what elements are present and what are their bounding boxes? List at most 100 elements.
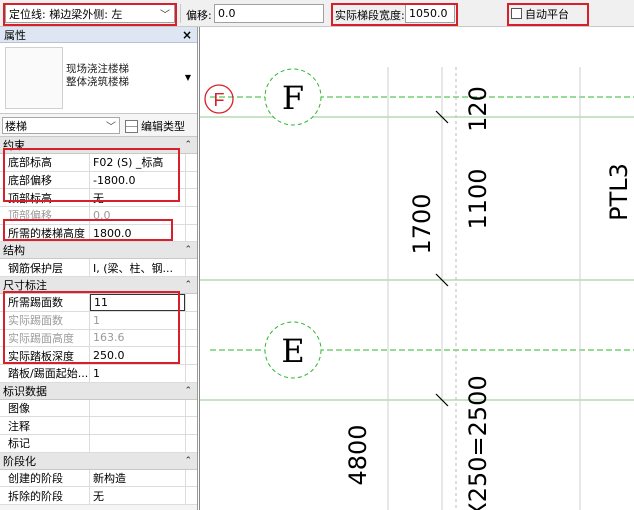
- property-value[interactable]: -1800.0: [90, 172, 185, 189]
- property-row: 底部标高 F02 (S) _标高: [0, 154, 197, 172]
- location-line-value: 定位线: 梯边梁外侧: 左: [9, 7, 123, 21]
- auto-platform-checkbox[interactable]: [511, 8, 522, 19]
- property-value: 1: [93, 313, 100, 327]
- property-value[interactable]: [90, 417, 185, 434]
- property-row: 实际踢面高度 163.6: [0, 329, 197, 348]
- edit-type-button[interactable]: 编辑类型: [125, 118, 185, 134]
- property-label: 踏板/踢面起始...: [0, 364, 90, 382]
- collapse-icon[interactable]: ⌃: [184, 140, 192, 150]
- property-extra-cell: [185, 487, 197, 504]
- property-row: 实际踏板深度 250.0: [0, 347, 197, 365]
- instance-filter-row: 楼梯 ﹀ 编辑类型: [0, 114, 197, 137]
- property-extra-cell: [185, 294, 197, 311]
- auto-platform-label: 自动平台: [525, 7, 569, 21]
- property-label: 底部标高: [0, 154, 90, 171]
- property-value[interactable]: 无: [90, 487, 185, 504]
- properties-panel: 属性 × 现场浇注楼梯 整体浇筑楼梯 ▼ 楼梯 ﹀ 编辑类型 约束 ⌃ 底部标高 F0…: [0, 27, 198, 510]
- property-label: 注释: [0, 417, 90, 434]
- property-label: 所需的楼梯高度: [0, 224, 90, 242]
- property-value[interactable]: 11: [90, 294, 185, 311]
- dimension-text-120: 120: [464, 86, 492, 132]
- offset-label: 偏移:: [186, 9, 212, 22]
- property-row: 顶部标高无: [0, 189, 197, 208]
- chevron-down-icon: ﹀: [106, 122, 116, 133]
- property-label: 顶部偏移: [0, 207, 90, 224]
- property-value[interactable]: 1: [90, 365, 185, 382]
- property-value[interactable]: 250.0: [90, 347, 185, 364]
- actual-width-label: 实际梯段宽度:: [335, 9, 405, 22]
- property-value[interactable]: [90, 435, 185, 452]
- section-header[interactable]: 标识数据 ⌃: [0, 382, 197, 400]
- property-extra-cell: [185, 417, 197, 434]
- section-header[interactable]: 结构 ⌃: [0, 242, 197, 260]
- offset-input[interactable]: 0.0: [214, 4, 324, 23]
- partial-label: PTL3: [605, 163, 633, 221]
- property-value[interactable]: [90, 400, 185, 417]
- revit-window: 定位线: 梯边梁外侧: 左 ﹀ 偏移: 0.0 实际梯段宽度: 1050.0 自…: [0, 0, 634, 510]
- section-header[interactable]: 约束 ⌃: [0, 137, 197, 154]
- section-header[interactable]: 尺寸标注 ⌃: [0, 277, 197, 295]
- collapse-icon[interactable]: ⌃: [184, 456, 192, 466]
- properties-header: 属性 ×: [0, 27, 197, 43]
- property-row: 创建的阶段 新构造: [0, 469, 197, 488]
- collapse-icon[interactable]: ⌃: [184, 245, 192, 255]
- property-value: 163.6: [93, 331, 125, 345]
- property-row: 踏板/踢面起始... 1: [0, 364, 197, 383]
- property-label: 钢筋保护层: [0, 259, 90, 277]
- property-extra-cell: [185, 347, 197, 364]
- property-value[interactable]: F02 (S) _标高: [90, 154, 185, 171]
- dropdown-triangle-icon[interactable]: ▼: [185, 73, 191, 82]
- property-row: 注释: [0, 417, 197, 435]
- dimension-text-1100: 1100: [464, 168, 492, 229]
- chevron-down-icon: ﹀: [160, 10, 170, 21]
- auto-platform-toggle[interactable]: 自动平台: [511, 4, 587, 23]
- property-label: 实际踢面高度: [0, 329, 90, 347]
- type-name: 现场浇注楼梯 整体浇筑楼梯: [66, 63, 129, 89]
- type-type-name: 整体浇筑楼梯: [66, 76, 129, 88]
- property-value[interactable]: 1800.0: [90, 225, 185, 242]
- property-extra-cell: [185, 259, 197, 277]
- properties-grid: 约束 ⌃ 底部标高 F02 (S) _标高 底部偏移 -1800.0 顶部标高无顶部偏移 0.…: [0, 137, 197, 505]
- properties-title: 属性: [4, 28, 26, 42]
- property-label: 所需踢面数: [0, 294, 90, 311]
- property-extra-cell: [185, 399, 197, 417]
- drawing-canvas[interactable]: F F E 120 1100 1700 4800 X250=2500 PTL3: [199, 27, 634, 510]
- section-title: 结构: [3, 244, 25, 258]
- edit-type-label: 编辑类型: [141, 120, 185, 133]
- type-selector[interactable]: 现场浇注楼梯 整体浇筑楼梯 ▼: [0, 43, 197, 114]
- location-line-select[interactable]: 定位线: 梯边梁外侧: 左 ﹀: [5, 4, 175, 23]
- property-value[interactable]: 无: [90, 189, 185, 206]
- instance-filter-select[interactable]: 楼梯 ﹀: [2, 117, 120, 134]
- grid-bubble-e-label: E: [281, 332, 304, 370]
- property-extra-cell: [185, 364, 197, 382]
- section-title: 标识数据: [3, 384, 47, 398]
- options-bar: 定位线: 梯边梁外侧: 左 ﹀ 偏移: 0.0 实际梯段宽度: 1050.0 自…: [0, 0, 634, 27]
- dimension-text-4800: 4800: [344, 424, 372, 485]
- toolbar-separator: [180, 4, 181, 23]
- section-title: 尺寸标注: [3, 279, 47, 293]
- property-extra-cell: [185, 154, 197, 171]
- property-value[interactable]: I, (梁、柱、钢...: [90, 259, 185, 276]
- property-row: 钢筋保护层 I, (梁、柱、钢...: [0, 259, 197, 278]
- property-extra-cell: [185, 207, 197, 224]
- close-icon[interactable]: ×: [182, 28, 192, 42]
- section-header[interactable]: 阶段化 ⌃: [0, 452, 197, 470]
- actual-width-input[interactable]: 1050.0: [405, 4, 455, 23]
- collapse-icon[interactable]: ⌃: [184, 280, 192, 290]
- property-label: 顶部标高: [0, 189, 90, 207]
- property-extra-cell: [185, 329, 197, 347]
- dimension-text-1700: 1700: [408, 193, 436, 254]
- grid-bubble-f-label: F: [282, 79, 304, 117]
- property-row: 图像: [0, 399, 197, 418]
- type-family-name: 现场浇注楼梯: [66, 63, 129, 75]
- property-label: 标记: [0, 434, 90, 452]
- property-value[interactable]: 新构造: [90, 470, 185, 487]
- drawing-svg: F F E 120 1100 1700 4800 X250=2500 PTL3: [200, 67, 634, 510]
- property-row: 底部偏移 -1800.0: [0, 171, 197, 190]
- property-extra-cell: [185, 189, 197, 207]
- collapse-icon[interactable]: ⌃: [184, 386, 192, 396]
- property-extra-cell: [185, 311, 197, 329]
- section-title: 阶段化: [3, 454, 36, 468]
- property-extra-cell: [185, 469, 197, 487]
- property-label: 实际踏板深度: [0, 347, 90, 364]
